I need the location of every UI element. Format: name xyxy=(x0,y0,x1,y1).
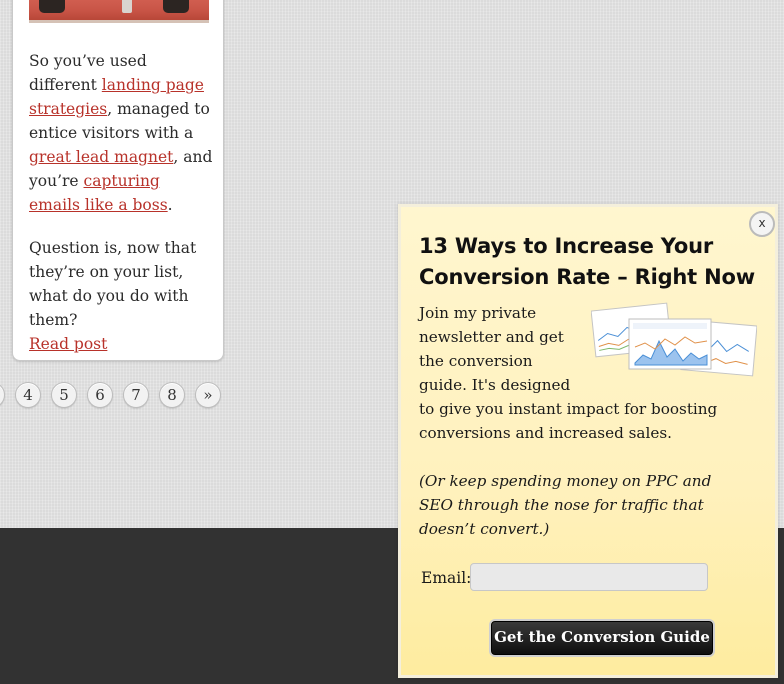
page-link-6[interactable]: 6 xyxy=(87,382,113,408)
thumbnail-knob-left xyxy=(39,0,65,13)
post-card: So you’ve used different landing page st… xyxy=(12,0,224,361)
page-link-4[interactable]: 4 xyxy=(15,382,41,408)
post-excerpt: So you’ve used different landing page st… xyxy=(29,49,215,375)
excerpt-text-end: . xyxy=(167,196,173,214)
thumbnail-bolt xyxy=(122,0,132,13)
read-post-link[interactable]: Read post xyxy=(29,335,107,353)
popup-body: Join my private newsletter and get the c… xyxy=(419,301,758,541)
page-link-7[interactable]: 7 xyxy=(123,382,149,408)
thumbnail-knob-right xyxy=(163,0,189,13)
optin-popup: x 13 Ways to Increase Your Conversion Ra… xyxy=(398,204,778,678)
get-conversion-guide-button[interactable]: Get the Conversion Guide xyxy=(491,621,713,655)
popup-title: 13 Ways to Increase Your Conversion Rate… xyxy=(419,234,755,289)
lead-magnet-link[interactable]: great lead magnet xyxy=(29,148,173,166)
guide-preview-image xyxy=(590,297,758,379)
page-link-8[interactable]: 8 xyxy=(159,382,185,408)
excerpt-question: Question is, now that they’re on your li… xyxy=(29,239,197,329)
post-question-paragraph: Question is, now that they’re on your li… xyxy=(29,236,215,356)
post-excerpt-paragraph: So you’ve used different landing page st… xyxy=(29,49,215,217)
page-link-5[interactable]: 5 xyxy=(51,382,77,408)
chart-thumbnails-icon xyxy=(590,302,758,377)
next-page-link[interactable]: » xyxy=(195,382,221,408)
popup-note: (Or keep spending money on PPC and SEO t… xyxy=(419,472,712,538)
email-field[interactable] xyxy=(470,563,708,591)
post-thumbnail[interactable] xyxy=(29,0,209,23)
email-label: Email: xyxy=(421,569,472,587)
